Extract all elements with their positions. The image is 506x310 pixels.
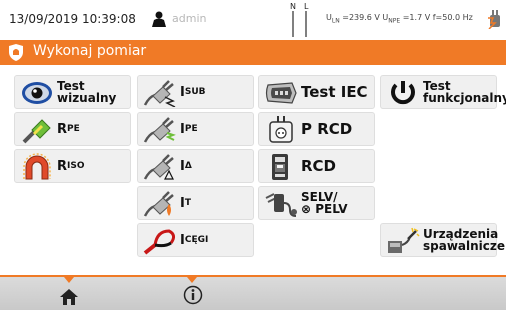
tile-it[interactable]: IT	[137, 186, 254, 220]
tile-rpe[interactable]: R PE	[14, 112, 131, 146]
shield-icon	[9, 44, 23, 61]
user-name: admin	[172, 12, 207, 25]
tile-label: P RCD	[301, 119, 353, 138]
mains-n-label: N	[290, 2, 296, 11]
user-icon	[152, 11, 166, 27]
tile-label: IΔ	[180, 158, 192, 174]
tile-label: RCD	[301, 156, 337, 175]
tile-prcd[interactable]: P RCD	[258, 112, 375, 146]
tile-label: Urządzenia spawalnicze	[423, 227, 506, 253]
info-indicator	[187, 277, 197, 283]
welding-icon	[388, 227, 420, 253]
tile-riso[interactable]: R ISO	[14, 149, 131, 183]
tile-label: SELV/⊗ PELV	[301, 190, 348, 216]
plug-current-icon	[143, 191, 174, 217]
adapter-icon	[265, 193, 297, 217]
iec-socket-icon	[265, 82, 297, 104]
tile-test-functional[interactable]: Test funkcjonalny	[380, 75, 506, 109]
tile-test-iec[interactable]: Test IEC	[258, 75, 375, 109]
title-bar: Wykonaj pomiar	[0, 40, 506, 65]
tile-idelta[interactable]: IΔ	[137, 149, 254, 183]
tile-label: I PE	[180, 121, 198, 137]
tile-label: R ISO	[57, 158, 85, 174]
rcd-device-icon	[272, 154, 288, 180]
voltage-readout: ULN =239.6 V UNPE =1.7 V f=50.0 Hz	[326, 13, 473, 25]
power-icon	[391, 81, 415, 105]
mains-l-label: L	[304, 2, 309, 11]
bottom-nav	[0, 275, 506, 310]
tile-ipe[interactable]: I PE	[137, 112, 254, 146]
pe-resistance-icon	[22, 119, 51, 144]
eye-icon	[22, 82, 52, 104]
info-icon[interactable]	[183, 285, 203, 305]
plug-current-icon	[143, 117, 176, 143]
tile-label: Test funkcjonalny	[423, 79, 506, 105]
datetime: 13/09/2019 10:39:08	[9, 12, 136, 26]
tile-isub[interactable]: I SUB	[137, 75, 254, 109]
page-title: Wykonaj pomiar	[33, 43, 147, 59]
plug-current-icon	[143, 80, 176, 107]
tile-rcd[interactable]: RCD	[258, 149, 375, 183]
tile-label: I CĘGI	[180, 232, 209, 248]
insulation-icon	[23, 153, 51, 180]
tile-selv[interactable]: SELV/⊗ PELV	[258, 186, 375, 220]
clamp-icon	[143, 229, 176, 255]
selv-circle-icon: ⊗	[301, 202, 316, 216]
plug-current-icon	[143, 154, 174, 180]
measurement-grid: Test wizualny I SUB Test IEC Test funkcjona…	[0, 65, 506, 275]
tile-test-visual[interactable]: Test wizualny	[14, 75, 131, 109]
tile-label: Test IEC	[301, 82, 368, 101]
plug-status-icon	[488, 10, 500, 29]
socket-icon	[269, 116, 293, 143]
tile-icegi[interactable]: I CĘGI	[137, 223, 254, 257]
home-icon[interactable]	[59, 288, 79, 306]
tile-label: R PE	[57, 121, 80, 137]
tile-label: IT	[180, 195, 191, 211]
tile-welding[interactable]: Urządzenia spawalnicze	[380, 223, 505, 257]
status-bar: 13/09/2019 10:39:08 admin N L ULN =239.6…	[0, 0, 506, 40]
home-indicator	[64, 277, 74, 283]
tile-label: Test wizualny	[57, 79, 117, 105]
bottom-accent-line	[0, 275, 506, 277]
tile-label: I SUB	[180, 84, 206, 100]
